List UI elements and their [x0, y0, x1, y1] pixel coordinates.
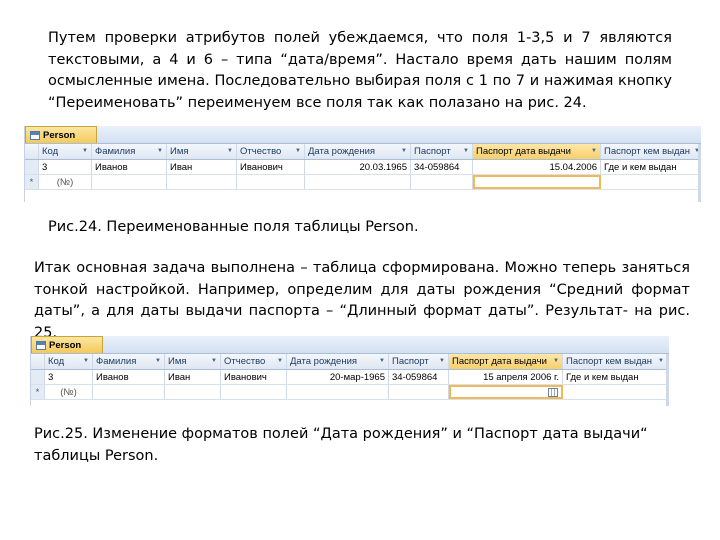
- table-tab-label: Person: [43, 129, 76, 141]
- select-all-corner[interactable]: [25, 144, 39, 159]
- dropdown-arrow-icon[interactable]: ▼: [658, 355, 664, 368]
- new-row-marker: *: [25, 175, 39, 189]
- cell[interactable]: 20-мар-1965: [287, 370, 389, 384]
- person-table-fig25[interactable]: Person Код ▼ Фамилия ▼ Имя ▼ Отчество ▼ Дата…: [30, 336, 669, 406]
- cell[interactable]: Иванов: [93, 370, 165, 384]
- dropdown-arrow-icon[interactable]: ▼: [379, 355, 385, 368]
- column-header[interactable]: Отчество ▼: [221, 354, 287, 369]
- column-header[interactable]: Фамилия ▼: [92, 144, 167, 159]
- dropdown-arrow-icon[interactable]: ▼: [157, 145, 163, 158]
- column-header[interactable]: Дата рождения ▼: [287, 354, 389, 369]
- dropdown-arrow-icon[interactable]: ▼: [591, 145, 597, 158]
- cell[interactable]: [601, 175, 701, 189]
- cell[interactable]: Иванович: [221, 370, 287, 384]
- column-header[interactable]: Имя ▼: [167, 144, 237, 159]
- dropdown-arrow-icon[interactable]: ▼: [211, 355, 217, 368]
- cell[interactable]: [93, 385, 165, 399]
- cell[interactable]: Иванович: [237, 160, 305, 174]
- row-selector[interactable]: [25, 160, 39, 174]
- dropdown-arrow-icon[interactable]: ▼: [277, 355, 283, 368]
- table-tab[interactable]: Person: [31, 336, 103, 353]
- column-header[interactable]: Фамилия ▼: [93, 354, 165, 369]
- cell[interactable]: Где и кем выдан: [601, 160, 701, 174]
- cell[interactable]: [563, 385, 668, 399]
- dropdown-arrow-icon[interactable]: ▼: [82, 145, 88, 158]
- dropdown-arrow-icon[interactable]: ▼: [463, 145, 469, 158]
- cell[interactable]: [305, 175, 411, 189]
- cell[interactable]: 20.03.1965: [305, 160, 411, 174]
- dropdown-arrow-icon[interactable]: ▼: [227, 145, 233, 158]
- select-all-corner[interactable]: [31, 354, 45, 369]
- figure-25-caption: Рис.25. Изменение форматов полей “Дата р…: [34, 426, 648, 464]
- cell[interactable]: [167, 175, 237, 189]
- cell[interactable]: Иван: [167, 160, 237, 174]
- new-record-row[interactable]: * (№): [25, 175, 701, 190]
- column-header[interactable]: Паспорт кем выдан ▼: [601, 144, 701, 159]
- column-header[interactable]: Дата рождения ▼: [305, 144, 411, 159]
- cell[interactable]: [237, 175, 305, 189]
- column-header[interactable]: Имя ▼: [165, 354, 221, 369]
- cell[interactable]: [411, 175, 473, 189]
- figure-24-caption: Рис.24. Переименованные поля таблицы Per…: [48, 219, 419, 235]
- cell[interactable]: [221, 385, 287, 399]
- cell[interactable]: 3: [39, 160, 92, 174]
- column-header[interactable]: Паспорт ▼: [389, 354, 449, 369]
- table-icon: [36, 340, 46, 350]
- active-cell[interactable]: [449, 385, 563, 399]
- table-tab[interactable]: Person: [25, 126, 97, 143]
- column-header[interactable]: Код ▼: [45, 354, 93, 369]
- column-header[interactable]: Код ▼: [39, 144, 92, 159]
- paragraph-2: Итак основная задача выполнена – таблица…: [34, 260, 690, 341]
- column-header-selected[interactable]: Паспорт дата выдачи ▼: [449, 354, 563, 369]
- table-icon: [30, 130, 40, 140]
- cell[interactable]: (№): [45, 385, 93, 399]
- cell[interactable]: [165, 385, 221, 399]
- table-tab-bar: Person: [25, 126, 701, 144]
- cell[interactable]: [92, 175, 167, 189]
- dropdown-arrow-icon[interactable]: ▼: [83, 355, 89, 368]
- cell[interactable]: (№): [39, 175, 92, 189]
- column-header[interactable]: Отчество ▼: [237, 144, 305, 159]
- cell[interactable]: Иван: [165, 370, 221, 384]
- new-row-marker: *: [31, 385, 45, 399]
- cell[interactable]: 34-059864: [411, 160, 473, 174]
- column-header[interactable]: Паспорт кем выдан ▼: [563, 354, 668, 369]
- cell[interactable]: Где и кем выдан: [563, 370, 668, 384]
- cell[interactable]: 15.04.2006: [473, 160, 601, 174]
- cell[interactable]: [287, 385, 389, 399]
- header-row: Код ▼ Фамилия ▼ Имя ▼ Отчество ▼ Дата рожден…: [25, 144, 701, 160]
- paragraph-1: Путем проверки атрибутов полей убеждаемс…: [48, 30, 672, 111]
- cell[interactable]: [389, 385, 449, 399]
- table-row[interactable]: 3 Иванов Иван Иванович 20-мар-1965 34-05…: [31, 370, 669, 385]
- dropdown-arrow-icon[interactable]: ▼: [155, 355, 161, 368]
- column-header[interactable]: Паспорт ▼: [411, 144, 473, 159]
- cell[interactable]: Иванов: [92, 160, 167, 174]
- calendar-icon[interactable]: [548, 387, 558, 397]
- cell[interactable]: 34-059864: [389, 370, 449, 384]
- header-row: Код ▼ Фамилия ▼ Имя ▼ Отчество ▼ Дата рожден…: [31, 354, 669, 370]
- vertical-scrollbar[interactable]: [666, 354, 669, 406]
- vertical-scrollbar[interactable]: [698, 144, 701, 202]
- dropdown-arrow-icon[interactable]: ▼: [439, 355, 445, 368]
- table-tab-bar: Person: [31, 336, 669, 354]
- dropdown-arrow-icon[interactable]: ▼: [295, 145, 301, 158]
- table-tab-label: Person: [49, 339, 82, 351]
- table-row[interactable]: 3 Иванов Иван Иванович 20.03.1965 34-059…: [25, 160, 701, 175]
- row-selector[interactable]: [31, 370, 45, 384]
- active-cell[interactable]: [473, 175, 601, 189]
- person-table-fig24[interactable]: Person Код ▼ Фамилия ▼ Имя ▼ Отчество ▼ Дата…: [24, 126, 701, 202]
- dropdown-arrow-icon[interactable]: ▼: [553, 355, 559, 368]
- dropdown-arrow-icon[interactable]: ▼: [401, 145, 407, 158]
- cell[interactable]: 3: [45, 370, 93, 384]
- new-record-row[interactable]: * (№): [31, 385, 669, 400]
- column-header-selected[interactable]: Паспорт дата выдачи ▼: [473, 144, 601, 159]
- cell[interactable]: 15 апреля 2006 г.: [449, 370, 563, 384]
